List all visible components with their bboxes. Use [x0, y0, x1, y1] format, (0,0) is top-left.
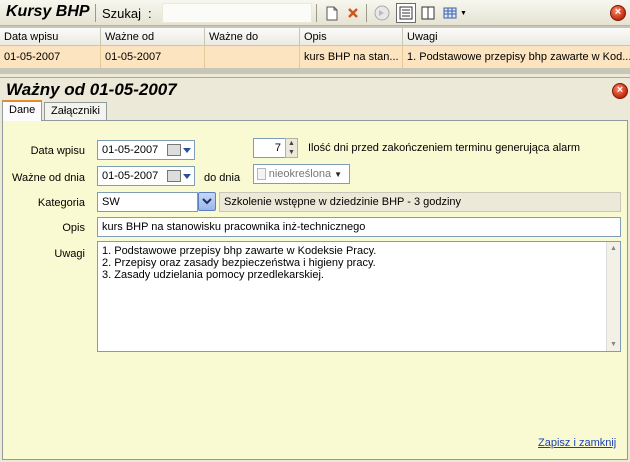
- chevron-down-icon[interactable]: [183, 174, 191, 179]
- wazne-od-value: 01-05-2007: [102, 170, 159, 182]
- column-header-wazne-od[interactable]: Ważne od: [101, 28, 205, 45]
- split-view-button[interactable]: [418, 3, 438, 23]
- new-document-icon: [326, 6, 338, 20]
- close-window-button[interactable]: ×: [610, 5, 626, 21]
- splitter[interactable]: [0, 74, 630, 78]
- column-header-opis[interactable]: Opis: [300, 28, 403, 45]
- scroll-up-icon[interactable]: ▲: [607, 242, 620, 255]
- form-view-button[interactable]: [396, 3, 416, 23]
- kategoria-code-value: SW: [102, 196, 120, 208]
- kategoria-name-value: Szkolenie wstępne w dziedzinie BHP - 3 g…: [224, 196, 462, 208]
- opis-field[interactable]: kurs BHP na stanowisku pracownika inż-te…: [97, 217, 621, 237]
- opis-value: kurs BHP na stanowisku pracownika inż-te…: [102, 221, 366, 233]
- table-cell: [205, 46, 300, 68]
- kategoria-name-field: Szkolenie wstępne w dziedzinie BHP - 3 g…: [219, 192, 621, 212]
- toolbar-separator: [366, 4, 367, 22]
- alarm-days-value: 7: [274, 142, 281, 154]
- table-cell: 01-05-2007: [0, 46, 101, 68]
- table-cell: 01-05-2007: [101, 46, 205, 68]
- scroll-down-icon[interactable]: ▼: [607, 338, 620, 351]
- tab-zalaczniki[interactable]: Załączniki: [44, 102, 107, 121]
- uwagi-textarea[interactable]: 1. Podstawowe przepisy bhp zawarte w Kod…: [97, 241, 621, 352]
- close-detail-button[interactable]: ×: [612, 83, 628, 99]
- column-header-data-wpisu[interactable]: Data wpisu: [0, 28, 101, 45]
- alarm-days-spinner[interactable]: ▲ ▼: [285, 138, 298, 158]
- kategoria-dropdown-button[interactable]: [198, 192, 216, 211]
- form-view-icon: [399, 6, 413, 20]
- calendar-icon[interactable]: [167, 144, 181, 156]
- do-dnia-label: do dnia: [204, 172, 241, 184]
- do-dnia-value: nieokreślona: [268, 168, 332, 180]
- spin-down-icon[interactable]: ▼: [286, 148, 297, 157]
- records-grid: Data wpisu Ważne od Ważne do Opis Uwagi …: [0, 26, 630, 74]
- app-title: Kursy BHP: [6, 3, 90, 20]
- column-header-uwagi[interactable]: Uwagi: [403, 28, 630, 45]
- alarm-days-label: Ilość dni przed zakończeniem terminu gen…: [308, 142, 581, 154]
- wazne-od-label: Ważne od dnia: [12, 172, 85, 184]
- toolbar-separator: [316, 4, 317, 22]
- calendar-icon[interactable]: [167, 170, 181, 182]
- data-wpisu-label: Data wpisu: [30, 145, 85, 157]
- chevron-down-icon: ▼: [460, 9, 467, 17]
- toolbar-separator: [95, 4, 96, 22]
- column-header-wazne-do[interactable]: Ważne do: [205, 28, 300, 45]
- table-cell: 1. Podstawowe przepisy bhp zawarte w Kod…: [407, 51, 630, 63]
- detail-title: Ważny od 01-05-2007: [6, 80, 177, 99]
- kategoria-code-field[interactable]: SW: [97, 192, 198, 212]
- search-colon: :: [148, 6, 152, 21]
- chevron-down-icon: [202, 198, 212, 205]
- search-label: Szukaj: [102, 6, 142, 21]
- search-input[interactable]: [162, 3, 312, 23]
- tab-dane[interactable]: Dane: [2, 100, 43, 121]
- kategoria-label: Kategoria: [37, 197, 85, 209]
- split-view-icon: [421, 6, 435, 20]
- opis-label: Opis: [62, 222, 85, 234]
- uwagi-scrollbar[interactable]: ▲ ▼: [606, 242, 620, 351]
- chevron-down-icon[interactable]: [183, 148, 191, 153]
- alarm-days-field[interactable]: 7: [253, 138, 286, 158]
- save-and-close-link[interactable]: Zapisz i zamknij: [538, 437, 616, 449]
- uwagi-line: 2. Przepisy oraz zasady bezpieczeństwa i…: [102, 257, 376, 269]
- do-dnia-field[interactable]: nieokreślona ▼: [253, 164, 350, 184]
- uwagi-line: 3. Zasady udzielania pomocy przedlekarsk…: [102, 269, 324, 281]
- grid-view-icon: [443, 7, 457, 19]
- data-wpisu-value: 01-05-2007: [102, 144, 159, 156]
- grid-view-dropdown[interactable]: ▼: [441, 3, 469, 23]
- grid-header: Data wpisu Ważne od Ważne do Opis Uwagi: [0, 28, 630, 46]
- delete-x-icon: [348, 8, 358, 18]
- delete-button[interactable]: [343, 3, 363, 23]
- uwagi-label: Uwagi: [54, 248, 85, 260]
- nieokreslona-checkbox[interactable]: [257, 168, 266, 180]
- toolbar: Kursy BHP Szukaj : ▼ ×: [0, 0, 630, 26]
- uwagi-line: 1. Podstawowe przepisy bhp zawarte w Kod…: [102, 245, 377, 257]
- spin-up-icon[interactable]: ▲: [286, 139, 297, 148]
- forward-circle-icon: [374, 5, 390, 21]
- table-row[interactable]: 01-05-2007 01-05-2007 kurs BHP na stan..…: [0, 46, 630, 68]
- new-document-button[interactable]: [322, 3, 342, 23]
- forward-button[interactable]: [372, 3, 392, 23]
- table-cell: kurs BHP na stan...: [300, 46, 403, 68]
- chevron-down-icon[interactable]: ▼: [334, 170, 342, 179]
